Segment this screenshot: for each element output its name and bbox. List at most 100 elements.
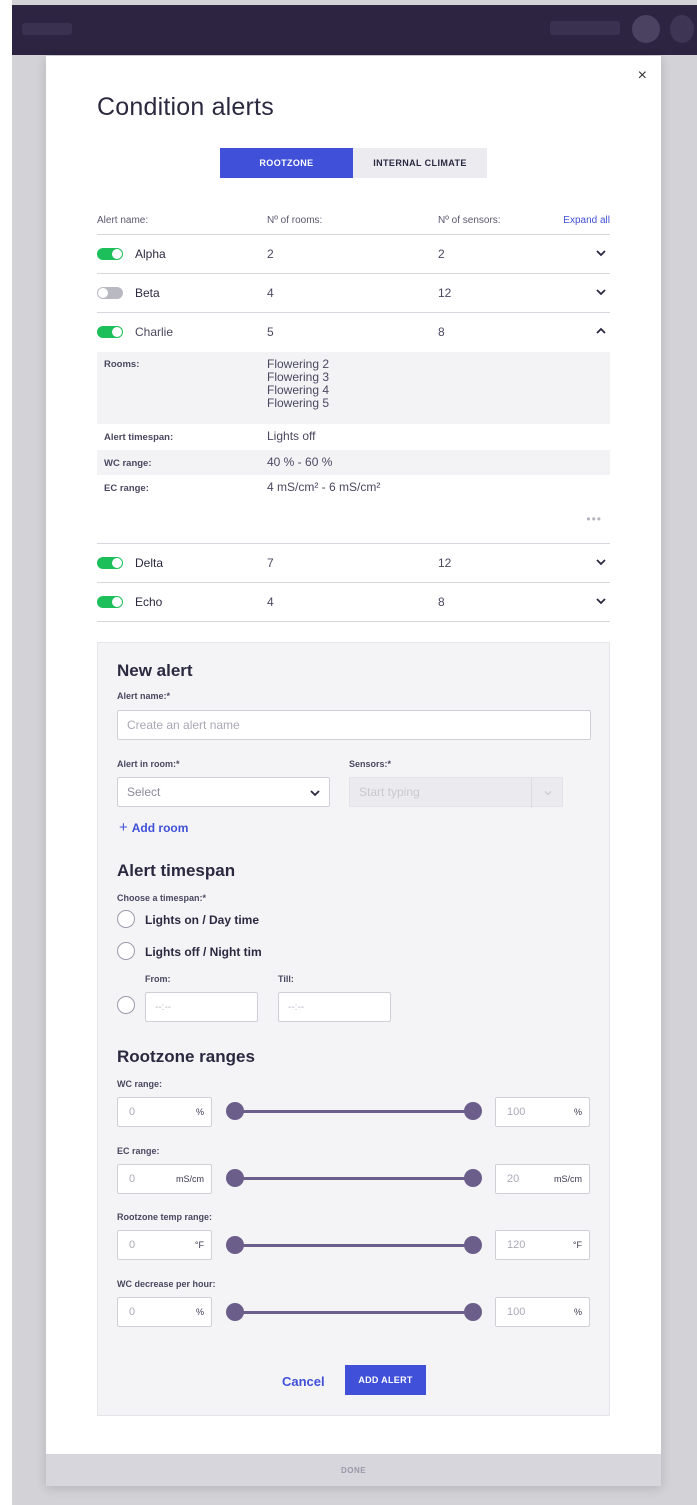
details-timespan-value: Lights off bbox=[267, 429, 316, 443]
range-min-value: 0 bbox=[129, 1106, 136, 1118]
chevron-down-icon bbox=[544, 791, 551, 796]
sensors-dropdown-button[interactable] bbox=[531, 778, 563, 808]
tab-internal-climate[interactable]: INTERNAL CLIMATE bbox=[353, 148, 487, 178]
alert-toggle[interactable] bbox=[97, 557, 123, 569]
done-button[interactable]: DONE bbox=[46, 1454, 661, 1486]
range-min-value: 0 bbox=[129, 1306, 136, 1318]
sensors-count: 2 bbox=[438, 247, 445, 261]
expand-all-link[interactable]: Expand all bbox=[563, 215, 610, 226]
range-unit: mS/cm bbox=[176, 1174, 204, 1184]
room-item: Flowering 5 bbox=[267, 396, 330, 410]
chevron-down-icon[interactable] bbox=[594, 555, 608, 569]
add-room-button[interactable]: + Add room bbox=[119, 819, 188, 836]
range-min-input[interactable]: 0 % bbox=[117, 1097, 212, 1127]
details-timespan-row: Alert timespan: Lights off bbox=[97, 424, 610, 450]
range-slider-min-handle[interactable] bbox=[226, 1303, 244, 1321]
alert-toggle[interactable] bbox=[97, 326, 123, 338]
range-unit: % bbox=[573, 1307, 582, 1317]
sensors-label: Sensors:* bbox=[349, 759, 392, 769]
range-slider-track[interactable] bbox=[236, 1110, 473, 1113]
range-max-input[interactable]: 120 °F bbox=[495, 1230, 590, 1260]
chevron-down-icon[interactable] bbox=[594, 246, 608, 260]
table-header: Alert name: Nº of rooms: Nº of sensors: … bbox=[97, 211, 610, 235]
range-slider-min-handle[interactable] bbox=[226, 1169, 244, 1187]
details-wc-value: 40 % - 60 % bbox=[267, 455, 333, 469]
range-unit: % bbox=[195, 1307, 204, 1317]
range-min-input[interactable]: 0 mS/cm bbox=[117, 1164, 212, 1194]
chevron-down-icon[interactable] bbox=[594, 594, 608, 608]
range-slider-track[interactable] bbox=[236, 1311, 473, 1314]
room-select[interactable]: Select bbox=[117, 777, 330, 807]
sensors-count: 12 bbox=[438, 556, 452, 570]
range-slider-max-handle[interactable] bbox=[464, 1169, 482, 1187]
radio-custom[interactable] bbox=[117, 996, 135, 1014]
table-row[interactable]: Alpha 2 2 bbox=[97, 235, 610, 274]
rooms-count: 4 bbox=[267, 286, 274, 300]
radio-day[interactable] bbox=[117, 910, 135, 928]
details-timespan-label: Alert timespan: bbox=[104, 432, 174, 443]
radio-night[interactable] bbox=[117, 942, 135, 960]
chevron-up-icon[interactable] bbox=[594, 324, 608, 338]
till-time-input[interactable]: --:-- bbox=[278, 992, 391, 1022]
details-rooms-row: Rooms: Flowering 2 Flowering 3 Flowering… bbox=[97, 352, 610, 424]
alert-toggle[interactable] bbox=[97, 287, 123, 299]
alert-toggle[interactable] bbox=[97, 248, 123, 260]
more-options-icon[interactable]: ••• bbox=[586, 512, 602, 526]
table-row[interactable]: Charlie 5 8 bbox=[97, 313, 610, 352]
close-icon[interactable]: × bbox=[638, 68, 647, 84]
plus-icon: + bbox=[119, 819, 128, 836]
range-max-input[interactable]: 100 % bbox=[495, 1097, 590, 1127]
alert-toggle[interactable] bbox=[97, 596, 123, 608]
header-rooms: Nº of rooms: bbox=[267, 215, 323, 226]
details-wc-label: WC range: bbox=[104, 458, 152, 469]
range-slider-min-handle[interactable] bbox=[226, 1236, 244, 1254]
app-topbar bbox=[12, 5, 697, 55]
from-time-input[interactable]: --:-- bbox=[145, 992, 258, 1022]
cancel-button[interactable]: Cancel bbox=[282, 1374, 325, 1389]
range-slider-track[interactable] bbox=[236, 1177, 473, 1180]
timespan-label: Choose a timespan:* bbox=[117, 893, 207, 903]
sensors-count: 12 bbox=[438, 286, 452, 300]
range-min-value: 0 bbox=[129, 1239, 136, 1251]
option-night-label: Lights off / Night tim bbox=[145, 945, 262, 959]
range-label: Rootzone temp range: bbox=[117, 1212, 213, 1222]
range-min-input[interactable]: 0 °F bbox=[117, 1230, 212, 1260]
range-unit: mS/cm bbox=[554, 1174, 582, 1184]
chevron-down-icon[interactable] bbox=[594, 285, 608, 299]
rooms-count: 7 bbox=[267, 556, 274, 570]
option-day-label: Lights on / Day time bbox=[145, 913, 260, 927]
modal-title: Condition alerts bbox=[97, 93, 274, 121]
range-max-input[interactable]: 100 % bbox=[495, 1297, 590, 1327]
range-slider-max-handle[interactable] bbox=[464, 1236, 482, 1254]
add-alert-button[interactable]: ADD ALERT bbox=[345, 1365, 426, 1395]
chevron-down-icon bbox=[310, 790, 320, 797]
alert-name-input[interactable]: Create an alert name bbox=[117, 710, 591, 740]
table-row[interactable]: Echo 4 8 bbox=[97, 583, 610, 622]
room-select-value: Select bbox=[127, 785, 161, 799]
range-slider-max-handle[interactable] bbox=[464, 1303, 482, 1321]
sensors-input[interactable]: Start typing bbox=[349, 777, 563, 808]
rooms-count: 5 bbox=[267, 325, 274, 339]
alerts-table: Alert name: Nº of rooms: Nº of sensors: … bbox=[97, 211, 610, 622]
range-max-input[interactable]: 20 mS/cm bbox=[495, 1164, 590, 1194]
range-slider-max-handle[interactable] bbox=[464, 1102, 482, 1120]
avatar bbox=[632, 15, 660, 43]
range-min-input[interactable]: 0 % bbox=[117, 1297, 212, 1327]
table-row[interactable]: Beta 4 12 bbox=[97, 274, 610, 313]
tab-rootzone[interactable]: ROOTZONE bbox=[220, 148, 353, 178]
range-slider-track[interactable] bbox=[236, 1244, 473, 1247]
range-unit: % bbox=[573, 1107, 582, 1117]
range-slider-min-handle[interactable] bbox=[226, 1102, 244, 1120]
timespan-heading: Alert timespan bbox=[117, 861, 236, 880]
header-sensors: Nº of sensors: bbox=[438, 215, 501, 226]
rooms-count: 2 bbox=[267, 247, 274, 261]
tab-bar: ROOTZONE INTERNAL CLIMATE bbox=[220, 148, 487, 178]
new-alert-heading: New alert bbox=[117, 661, 193, 680]
range-max-value: 120 bbox=[507, 1239, 526, 1251]
from-label: From: bbox=[145, 974, 171, 984]
range-max-value: 100 bbox=[507, 1106, 526, 1118]
table-row[interactable]: Delta 7 12 bbox=[97, 544, 610, 583]
ranges-heading: Rootzone ranges bbox=[117, 1047, 255, 1066]
rooms-count: 4 bbox=[267, 595, 274, 609]
condition-alerts-modal: × Condition alerts ROOTZONE INTERNAL CLI… bbox=[46, 56, 661, 1486]
